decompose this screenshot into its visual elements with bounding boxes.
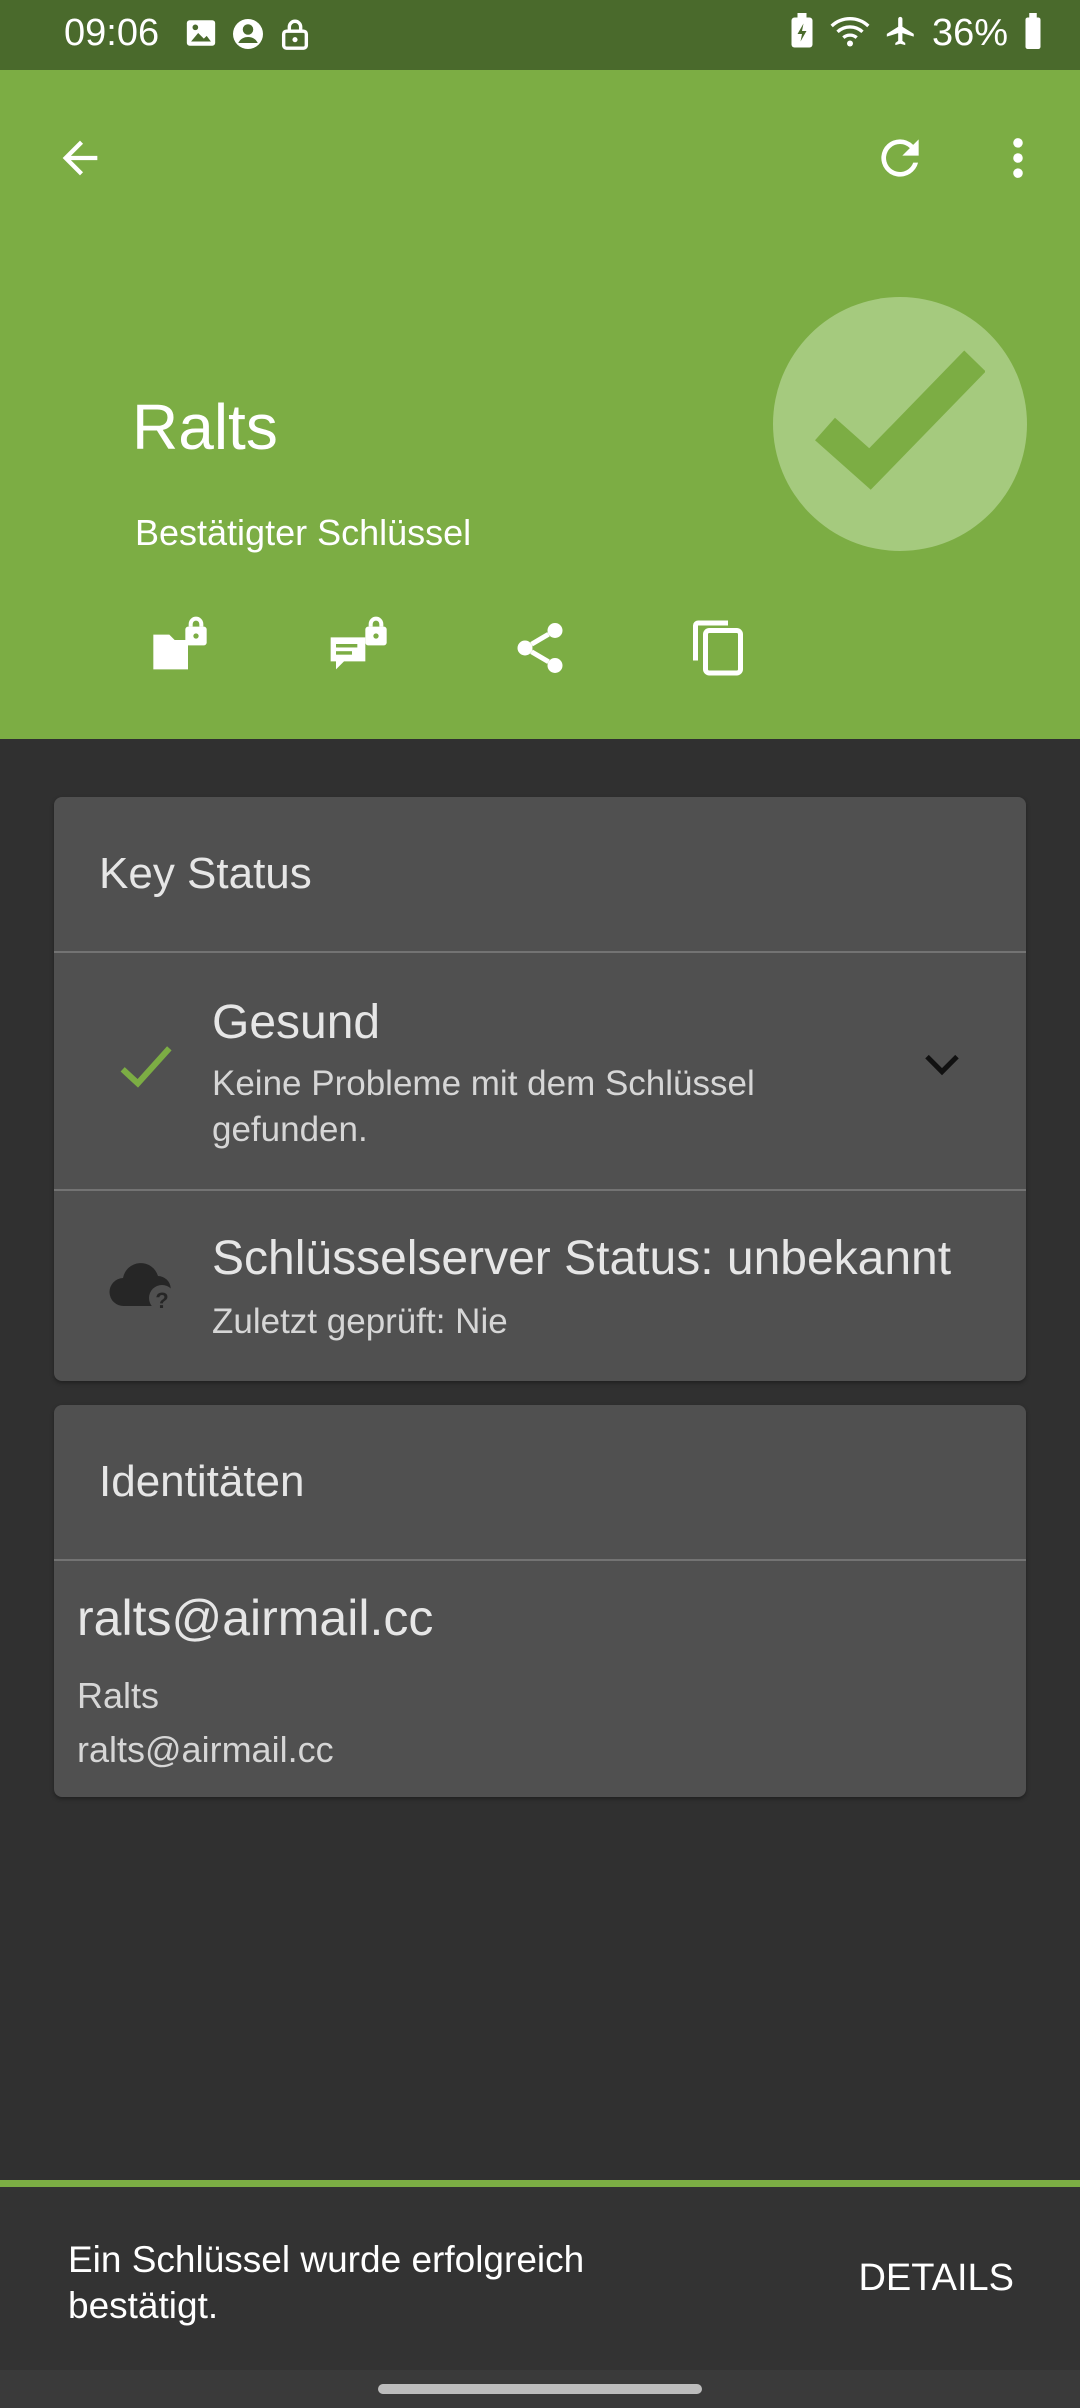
identities-card: Identitäten ralts@airmail.cc Ralts ralts… [54,1405,1026,1797]
airplane-icon [884,14,918,53]
gesture-nav-bar [0,2370,1080,2408]
back-button[interactable] [44,124,116,196]
battery-icon [1022,13,1044,54]
health-status-subtitle: Keine Probleme mit dem Schlüssel gefunde… [212,1064,755,1149]
identities-title: Identitäten [54,1405,1026,1561]
key-status-card: Key Status Gesund Keine Probleme mit dem… [54,797,1026,1381]
key-verification-status: Bestätigter Schlüssel [135,512,472,553]
refresh-button[interactable] [864,124,936,196]
share-icon [510,618,570,683]
big-check-icon [815,347,986,502]
identity-item[interactable]: ralts@airmail.cc Ralts ralts@airmail.cc [54,1561,1026,1797]
snackbar: Ein Schlüssel wurde erfolgreich bestätig… [0,2180,1080,2377]
lock-icon [278,16,312,57]
status-time: 09:06 [64,12,160,54]
key-header: Ralts Bestätigter Schlüssel [0,70,1080,739]
battery-saver-icon [788,13,816,54]
health-status-row[interactable]: Gesund Keine Probleme mit dem Schlüssel … [54,953,1026,1191]
identity-name: Ralts [77,1675,160,1716]
overflow-menu-button[interactable] [982,124,1054,196]
copy-fingerprint-button[interactable] [678,610,758,690]
identity-primary: ralts@airmail.cc [77,1590,434,1646]
check-icon [118,1043,174,1096]
keyserver-status-title: Schlüsselserver Status: unbekannt [212,1232,952,1285]
keyserver-status-subtitle: Zuletzt geprüft: Nie [212,1302,508,1341]
wifi-icon [830,14,870,53]
refresh-icon [872,130,928,191]
identity-email: ralts@airmail.cc [77,1729,334,1770]
verified-badge [773,297,1027,551]
status-bar: 09:06 36% [0,0,1080,70]
encrypt-files-button[interactable] [140,610,220,690]
more-vert-icon [992,132,1044,189]
encrypt-text-button[interactable] [320,610,400,690]
snackbar-message: Ein Schlüssel wurde erfolgreich bestätig… [68,2239,585,2326]
encrypt-files-icon [148,616,212,685]
copy-icon [688,616,748,685]
health-status-title: Gesund [212,996,381,1049]
svg-text:?: ? [155,1288,168,1313]
cloud-question-icon: ? [106,1257,178,1320]
snackbar-details-button[interactable]: DETAILS [858,2257,1014,2300]
image-icon [184,16,218,57]
home-handle[interactable] [378,2384,702,2394]
arrow-back-icon [54,132,106,189]
battery-level: 36% [931,12,1008,54]
chevron-down-icon[interactable] [922,1051,962,1084]
encrypt-text-icon [328,616,392,685]
account-icon [230,16,266,57]
key-status-title: Key Status [54,797,1026,953]
share-button[interactable] [500,610,580,690]
keyserver-status-row[interactable]: ? Schlüsselserver Status: unbekannt Zule… [54,1191,1026,1379]
key-name: Ralts [132,391,278,463]
